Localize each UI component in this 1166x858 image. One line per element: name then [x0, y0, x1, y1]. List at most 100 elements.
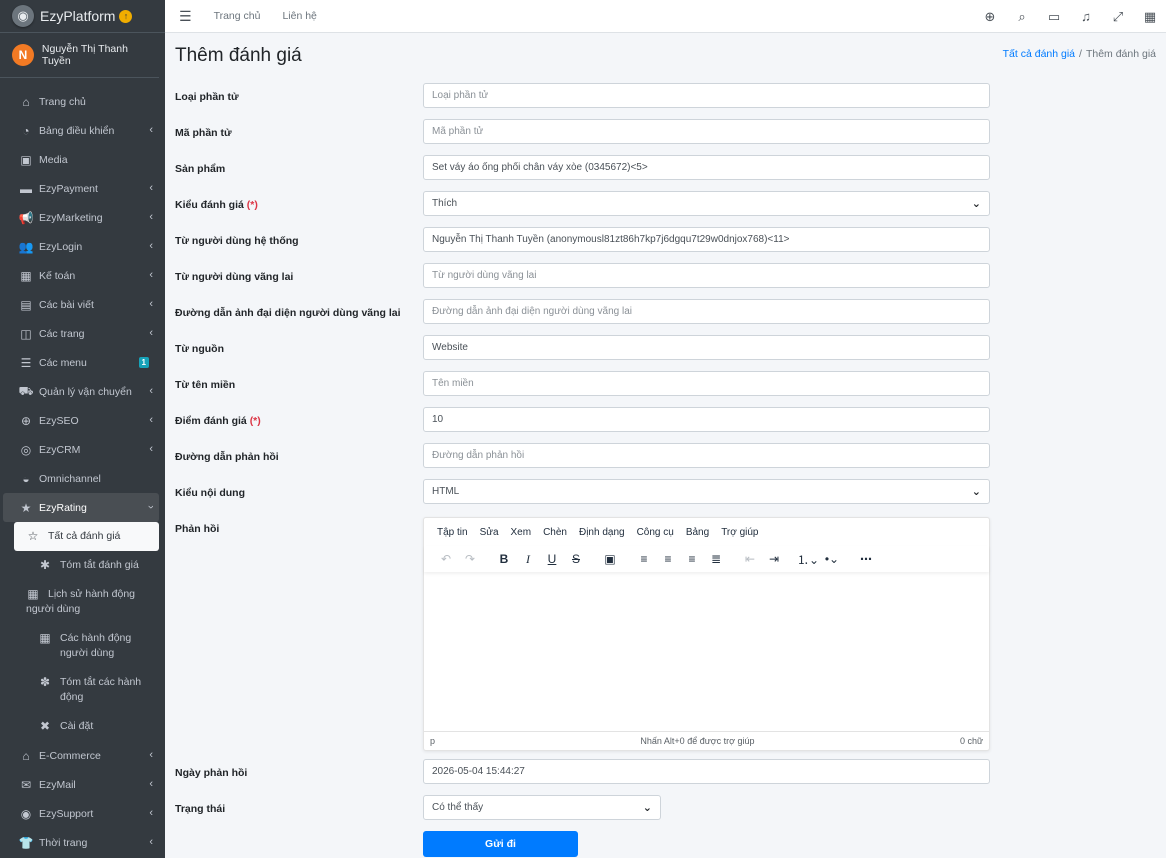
breadcrumb-link[interactable]: Tất cả đánh giá [1003, 48, 1075, 60]
editor-path[interactable]: p [430, 736, 435, 746]
reply-date-input[interactable]: 2026-05-04 15:44:27 [423, 759, 990, 784]
apps-grid-icon[interactable]: ▦ [1134, 9, 1166, 25]
strikethrough-icon[interactable]: S [564, 552, 588, 566]
sidebar-item-các-trang[interactable]: ◫ Các trang ‹ [3, 319, 159, 348]
editor-menu-item[interactable]: Sửa [480, 527, 499, 538]
sidebar-item-ezymail[interactable]: ✉ EzyMail ‹ [3, 770, 159, 799]
system-user-input[interactable]: Nguyễn Thị Thanh Tuyền (anonymousl81zt86… [423, 227, 990, 252]
status-label: Trạng thái [175, 803, 226, 815]
editor-menu-item[interactable]: Tập tin [437, 527, 468, 538]
editor-menu-item[interactable]: Bảng [686, 527, 709, 538]
element-type-label: Loại phần tử [175, 91, 239, 103]
image-icon[interactable]: ▣ [598, 552, 622, 566]
outdent-icon[interactable]: ⇤ [738, 552, 762, 566]
element-type-input[interactable]: Loại phần tử [423, 83, 990, 108]
editor-menu-item[interactable]: Chèn [543, 527, 567, 538]
sidebar-item-ezypayment[interactable]: ▬ EzyPayment ‹ [3, 174, 159, 203]
sidebar-subitem[interactable]: ▦ Lịch sử hành động người dùng [14, 580, 159, 624]
sidebar-item-bảng-điều-khiển[interactable]: ◔ Bảng điều khiển ‹ [3, 116, 159, 145]
align-justify-icon[interactable]: ≣ [704, 552, 728, 566]
sidebar-item-ezymarketing[interactable]: 📢 EzyMarketing ‹ [3, 203, 159, 232]
undo-icon[interactable]: ↶ [434, 552, 458, 566]
content-type-label: Kiểu nội dung [175, 487, 245, 499]
align-left-icon[interactable]: ≡ [632, 552, 656, 566]
search-icon[interactable]: ⌕ [1006, 9, 1038, 25]
fullscreen-icon[interactable]: ⤢ [1102, 9, 1134, 25]
product-label: Sản phẩm [175, 163, 226, 175]
sidebar-item-e-commerce[interactable]: ⌂ E-Commerce ‹ [3, 741, 159, 770]
sidebar-subitem[interactable]: ✱ Tóm tắt đánh giá [14, 551, 159, 580]
guest-user-input[interactable]: Từ người dùng vãng lai [423, 263, 990, 288]
required-mark: (*) [249, 415, 261, 427]
bullet-list-icon[interactable]: •⌄ [820, 552, 844, 566]
domain-input[interactable]: Tên miền [423, 371, 990, 396]
sidebar-subitem[interactable]: ✖ Cài đặt [14, 712, 159, 741]
sidebar-subitem[interactable]: ☆ Tất cả đánh giá [14, 522, 159, 551]
editor-menu-item[interactable]: Trợ giúp [721, 527, 758, 538]
status-select[interactable]: Có thể thấy ⌄ [423, 795, 661, 820]
sidebar-item-label: Các bài viết [39, 298, 94, 311]
sidebar-subitem-label: Tất cả đánh giá [48, 530, 121, 542]
underline-icon[interactable]: U [540, 552, 564, 566]
sidebar-subitem-label: Cài đặt [60, 720, 94, 732]
globe-icon[interactable]: ⊕ [974, 9, 1006, 25]
sidebar-item-label: Các trang [39, 327, 85, 340]
tools-icon: ✖ [39, 719, 51, 733]
sidebar-item-ezysupport[interactable]: ◉ EzySupport ‹ [3, 799, 159, 828]
italic-icon[interactable]: I [516, 552, 540, 567]
reply-url-input[interactable]: Đường dẫn phản hồi [423, 443, 990, 468]
align-right-icon[interactable]: ≡ [680, 552, 704, 566]
sidebar-subitem-label: Lịch sử hành động người dùng [26, 588, 136, 615]
align-center-icon[interactable]: ≡ [656, 552, 680, 566]
sidebar-subitem[interactable]: ✽ Tóm tắt các hành động [14, 668, 159, 712]
element-id-input[interactable]: Mã phần tử [423, 119, 990, 144]
sidebar-item-các-menu[interactable]: ☰ Các menu 1 [3, 348, 159, 377]
redo-icon[interactable]: ↷ [458, 552, 482, 566]
score-input[interactable]: 10 [423, 407, 990, 432]
nav-link-contact[interactable]: Liên hệ [282, 10, 316, 22]
submit-button[interactable]: Gửi đi [423, 831, 578, 857]
sidebar-subitem-label: Các hành động người dùng [60, 632, 132, 659]
sidebar-item-label: Trang chủ [39, 95, 86, 108]
nav-link-home[interactable]: Trang chủ [214, 10, 261, 22]
product-input[interactable]: Set váy áo ống phối chân váy xòe (034567… [423, 155, 990, 180]
sidebar-item-ezylogin[interactable]: 👥 EzyLogin ‹ [3, 232, 159, 261]
content-type-select[interactable]: HTML ⌄ [423, 479, 990, 504]
sidebar-item-media[interactable]: ▣ Media [3, 145, 159, 174]
sidebar-item-quản-lý-vận-chuyển[interactable]: ⛟ Quản lý vận chuyển ‹ [3, 377, 159, 406]
sidebar-item-kế-toán[interactable]: ▦ Kế toán ‹ [3, 261, 159, 290]
chevron-left-icon: ‹ [149, 211, 153, 223]
brand[interactable]: ◉ EzyPlatform ↑ [0, 0, 165, 33]
sidebar-item-các-bài-viết[interactable]: ▤ Các bài viết ‹ [3, 290, 159, 319]
source-input[interactable]: Website [423, 335, 990, 360]
indent-icon[interactable]: ⇥ [762, 552, 786, 566]
sidebar-subitem-label: Tóm tắt các hành động [60, 676, 142, 703]
bold-icon[interactable]: B [492, 552, 516, 566]
user-panel[interactable]: N Nguyễn Thị Thanh Tuyền [0, 33, 159, 78]
editor-menu-item[interactable]: Công cụ [637, 527, 674, 538]
bell-icon[interactable]: ♫ [1070, 9, 1102, 24]
more-icon[interactable]: ⋯ [854, 552, 878, 566]
star-half-icon: ☆ [27, 529, 39, 543]
sidebar-item-ezycrm[interactable]: ◎ EzyCRM ‹ [3, 435, 159, 464]
channel-icon: ◒ [22, 471, 30, 486]
sidebar-subitem[interactable]: ▦ Các hành động người dùng [14, 624, 159, 668]
sidebar-item-omnichannel[interactable]: ◒ Omnichannel [3, 464, 159, 493]
sidebar-item-thời-trang[interactable]: 👕 Thời trang ‹ [3, 828, 159, 857]
sidebar-item-trang-chủ[interactable]: ⌂ Trang chủ [3, 87, 159, 116]
chevron-left-icon: ‹ [149, 240, 153, 252]
sidebar-item-ezyseo[interactable]: ⊕ EzySEO ‹ [3, 406, 159, 435]
editor-menu-item[interactable]: Định dạng [579, 527, 625, 538]
rating-type-select[interactable]: Thích ⌄ [423, 191, 990, 216]
editor-word-count[interactable]: 0 chữ [960, 736, 983, 746]
menu-toggle-icon[interactable]: ☰ [179, 8, 192, 25]
messages-icon[interactable]: ▭ [1038, 9, 1070, 25]
guest-avatar-input[interactable]: Đường dẫn ảnh đại diện người dùng vãng l… [423, 299, 990, 324]
editor-menu-item[interactable]: Xem [511, 527, 532, 538]
editor-content-area[interactable] [424, 572, 989, 728]
star-icon: ★ [20, 500, 32, 515]
sidebar-item-ezyrating[interactable]: ★ EzyRating ‹ [3, 493, 159, 522]
numbered-list-icon[interactable]: ⒈⌄ [796, 551, 820, 568]
rating-type-label: Kiểu đánh giá (*) [175, 199, 258, 211]
sidebar-item-label: Các menu [39, 356, 87, 369]
